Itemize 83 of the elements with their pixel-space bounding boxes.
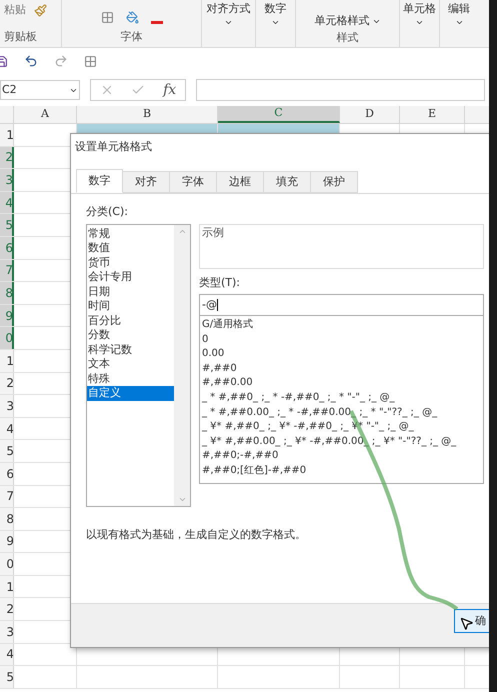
row-header[interactable]: 5 xyxy=(0,440,14,462)
category-item[interactable]: 特殊 xyxy=(87,372,174,386)
dialog-tab[interactable]: 字体 xyxy=(170,171,217,193)
number-button[interactable]: 数字 xyxy=(256,0,296,47)
row-header[interactable]: 8 xyxy=(0,282,14,304)
cells-button[interactable]: 单元格 xyxy=(400,0,440,47)
row-header[interactable]: 0 xyxy=(0,553,14,575)
row-header[interactable]: 2 xyxy=(0,598,14,620)
format-item[interactable]: #,##0;-#,##0 xyxy=(202,449,481,464)
category-item[interactable]: 货币 xyxy=(87,256,174,270)
group-label: 剪贴板 xyxy=(4,28,38,44)
format-item[interactable]: #,##0;[红色]-#,##0 xyxy=(202,464,481,479)
format-item[interactable]: G/通用格式 xyxy=(202,318,481,333)
row-header[interactable]: 2 xyxy=(0,146,14,168)
sample-label: 示例 xyxy=(202,226,224,238)
row-header[interactable]: 0 xyxy=(0,327,14,349)
category-label: 分类(C): xyxy=(86,204,129,220)
format-item[interactable]: 0.00 xyxy=(202,347,481,362)
format-painter-icon[interactable] xyxy=(34,4,47,17)
column-header[interactable]: A xyxy=(14,106,77,123)
category-list[interactable]: 常规 数值 货币 会计专用 日期 时间 百分比 分数 科学记数 文本 特殊 自定义 xyxy=(86,224,191,506)
row-header[interactable]: 7 xyxy=(0,486,14,508)
row-header[interactable]: 8 xyxy=(0,508,14,530)
category-item[interactable]: 自定义 xyxy=(87,386,174,400)
category-item[interactable]: 常规 xyxy=(87,226,174,241)
format-item[interactable]: #,##0 xyxy=(202,362,481,376)
borders-icon[interactable] xyxy=(100,10,114,24)
category-item[interactable]: 数值 xyxy=(87,241,174,256)
category-item[interactable]: 会计专用 xyxy=(87,270,174,284)
row-header[interactable]: 5 xyxy=(0,214,14,236)
type-field[interactable]: -@ xyxy=(199,294,484,316)
fill-color-icon[interactable] xyxy=(126,10,138,24)
category-item[interactable]: 日期 xyxy=(87,284,174,299)
name-box[interactable]: C2 xyxy=(0,80,80,100)
alignment-button[interactable]: 对齐方式 xyxy=(202,0,256,47)
row-header[interactable]: 4 xyxy=(0,418,14,440)
paste-button[interactable]: 粘贴 xyxy=(4,2,26,18)
scrollbar[interactable] xyxy=(174,224,190,506)
redo-icon[interactable] xyxy=(54,54,68,68)
row-header[interactable]: 6 xyxy=(0,462,14,484)
row-header[interactable]: 1 xyxy=(0,350,14,372)
category-item[interactable]: 文本 xyxy=(87,357,174,372)
dialog-tab[interactable]: 对齐 xyxy=(123,171,170,193)
format-list[interactable] xyxy=(199,316,484,484)
dialog-tab[interactable]: 保护 xyxy=(311,171,358,193)
category-item[interactable]: 百分比 xyxy=(87,314,174,328)
cell-styles-button[interactable]: 单元格样式 xyxy=(314,13,380,30)
category-item[interactable]: 科学记数 xyxy=(87,342,174,357)
row-header[interactable]: 4 xyxy=(0,192,14,214)
row-header[interactable]: 6 xyxy=(0,236,14,259)
row-header[interactable]: 4 xyxy=(0,644,14,666)
row-header[interactable]: 7 xyxy=(0,260,14,282)
row-header[interactable]: 1 xyxy=(0,124,14,146)
formula-field[interactable] xyxy=(196,79,485,101)
description-text: 以现有格式为基础，生成自定义的数字格式。 xyxy=(86,526,307,542)
format-item[interactable]: _ * #,##0_ ;_ * -#,##0_ ;_ * "-"_ ;_ @_ xyxy=(202,390,481,406)
undo-icon[interactable] xyxy=(24,54,38,68)
row-header[interactable]: 3 xyxy=(0,621,14,643)
editing-button[interactable]: 编辑 xyxy=(440,0,478,47)
column-header[interactable]: E xyxy=(400,106,465,123)
group-label: 字体 xyxy=(120,28,142,44)
dialog-tab[interactable]: 填充 xyxy=(264,171,311,193)
column-header[interactable]: D xyxy=(340,106,400,123)
category-item[interactable]: 分数 xyxy=(87,328,174,342)
row-header[interactable]: 2 xyxy=(0,372,14,394)
row-header[interactable]: 3 xyxy=(0,395,14,417)
column-header[interactable]: C xyxy=(218,106,340,123)
dialog-tab[interactable]: 边框 xyxy=(217,171,264,193)
mouse-cursor-icon xyxy=(459,616,474,631)
row-header[interactable]: 9 xyxy=(0,530,14,552)
dialog-title: 设置单元格格式 xyxy=(75,139,152,156)
format-item[interactable]: 0 xyxy=(202,332,481,348)
row-header[interactable]: 5 xyxy=(0,666,14,688)
dialog-tab[interactable]: 数字 xyxy=(76,169,123,193)
ok-button[interactable]: 确 xyxy=(454,609,489,633)
insert-function-button[interactable]: fx xyxy=(163,80,176,100)
group-label: 样式 xyxy=(336,30,358,46)
type-label: 类型(T): xyxy=(199,274,242,290)
row-header[interactable]: 1 xyxy=(0,576,14,598)
row-header[interactable]: 3 xyxy=(0,169,14,191)
format-item[interactable]: #,##0.00 xyxy=(202,376,481,391)
row-header[interactable]: 9 xyxy=(0,304,14,326)
category-item[interactable]: 时间 xyxy=(87,299,174,314)
